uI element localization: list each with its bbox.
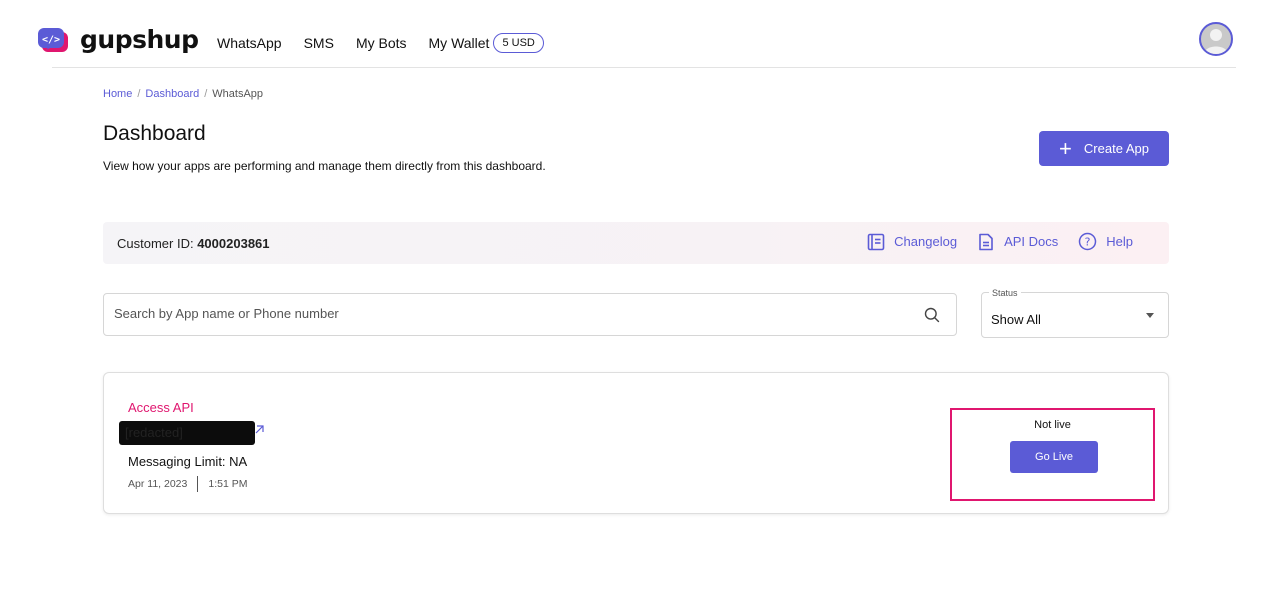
wallet-balance-badge: 5 USD xyxy=(493,33,544,53)
help-icon: ? xyxy=(1079,232,1097,251)
live-status-text: Not live xyxy=(1034,419,1071,431)
page-subtitle: View how your apps are performing and ma… xyxy=(103,159,546,173)
changelog-icon xyxy=(867,233,885,250)
breadcrumb: Home / Dashboard / WhatsApp xyxy=(103,88,263,100)
nav-item-sms[interactable]: SMS xyxy=(304,35,334,51)
svg-text:?: ? xyxy=(1085,236,1091,249)
search-input[interactable] xyxy=(114,306,894,321)
navbar-divider xyxy=(52,67,1236,68)
brand-name: gupshup xyxy=(80,24,199,54)
app-card: Access API [redacted] Messaging Limit: N… xyxy=(103,372,1169,514)
breadcrumb-dashboard[interactable]: Dashboard xyxy=(145,88,199,100)
customer-id-value: 4000203861 xyxy=(197,236,270,251)
changelog-label: Changelog xyxy=(894,234,958,249)
svg-text:</>: </> xyxy=(42,35,60,46)
caret-down-icon xyxy=(1146,313,1154,318)
customer-id: Customer ID: 4000203861 xyxy=(117,236,270,251)
document-icon xyxy=(979,233,993,250)
avatar[interactable] xyxy=(1199,22,1233,56)
status-select-value: Show All xyxy=(991,312,1041,327)
live-status-highlight: Not live Go Live xyxy=(950,408,1155,501)
wallet-label: My Wallet xyxy=(428,35,490,51)
help-label: Help xyxy=(1106,234,1133,249)
create-app-label: Create App xyxy=(1083,141,1149,156)
status-select-label: Status xyxy=(989,288,1021,298)
customer-info-bar: Customer ID: 4000203861 Changelog API Do… xyxy=(103,222,1169,264)
meta-divider xyxy=(197,476,199,492)
nav-item-whatsapp[interactable]: WhatsApp xyxy=(217,35,282,51)
api-docs-label: API Docs xyxy=(1004,234,1059,249)
search-box xyxy=(103,293,957,336)
resource-links: Changelog API Docs ? Help xyxy=(847,232,1133,251)
breadcrumb-current: WhatsApp xyxy=(212,88,264,100)
top-navbar: </> gupshup WhatsApp SMS My Bots My Wall… xyxy=(0,0,1268,68)
app-name-redacted[interactable]: [redacted] xyxy=(119,421,255,445)
breadcrumb-separator: / xyxy=(204,88,208,100)
nav-item-my-wallet[interactable]: My Wallet 5 USD xyxy=(429,33,544,53)
brand-logo[interactable]: </> gupshup xyxy=(38,24,199,58)
breadcrumb-home[interactable]: Home xyxy=(103,88,132,100)
customer-id-label: Customer ID: xyxy=(117,236,194,251)
main-nav: WhatsApp SMS My Bots My Wallet 5 USD xyxy=(217,33,544,53)
user-icon xyxy=(1204,29,1228,54)
breadcrumb-separator: / xyxy=(137,88,141,100)
api-docs-link[interactable]: API Docs xyxy=(977,233,1058,251)
access-api-link[interactable]: Access API xyxy=(128,400,194,415)
app-created-meta: Apr 11, 2023 1:51 PM xyxy=(128,476,247,492)
go-live-button[interactable]: Go Live xyxy=(1010,441,1098,473)
create-app-button[interactable]: + Create App xyxy=(1039,131,1169,166)
plus-icon: + xyxy=(1059,135,1072,161)
search-icon[interactable] xyxy=(924,307,940,323)
external-link-icon[interactable] xyxy=(254,425,264,435)
status-select[interactable]: Status Show All xyxy=(981,288,1169,338)
page-title: Dashboard xyxy=(103,122,206,145)
code-bubble-icon: </> xyxy=(38,26,72,58)
changelog-link[interactable]: Changelog xyxy=(867,233,957,251)
app-time: 1:51 PM xyxy=(208,478,248,490)
messaging-limit: Messaging Limit: NA xyxy=(128,454,248,469)
app-date: Apr 11, 2023 xyxy=(128,478,188,490)
nav-item-my-bots[interactable]: My Bots xyxy=(356,35,407,51)
help-link[interactable]: ? Help xyxy=(1078,232,1133,251)
